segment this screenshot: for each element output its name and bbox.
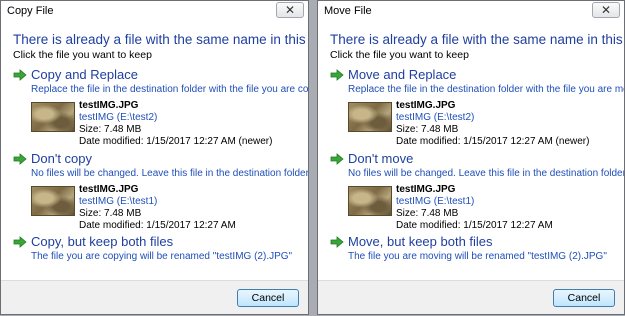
- dialog-footer: Cancel: [1, 280, 308, 314]
- close-icon: ✕: [284, 3, 296, 17]
- option-title: Don't copy: [31, 151, 93, 166]
- file-details: testIMG.JPG testIMG (E:\test1) Size: 7.4…: [348, 184, 616, 232]
- title-bar[interactable]: Copy File ✕: [1, 1, 308, 21]
- option-title: Move, but keep both files: [348, 234, 493, 249]
- dialog-title: Move File: [324, 5, 372, 17]
- image-thumbnail: [348, 186, 392, 216]
- green-arrow-icon: [13, 69, 27, 81]
- file-location: testIMG (E:\test2): [79, 112, 158, 123]
- close-button[interactable]: ✕: [276, 2, 304, 18]
- copy-keep-both-option[interactable]: Copy, but keep both files The file you a…: [13, 234, 300, 262]
- cancel-button[interactable]: Cancel: [553, 289, 615, 307]
- dialog-heading: There is already a file with the same na…: [330, 32, 624, 47]
- green-arrow-icon: [330, 69, 344, 81]
- move-file-dialog: Move File ✕ There is already a file with…: [317, 0, 625, 315]
- file-date: Date modified: 1/15/2017 12:27 AM: [79, 220, 236, 231]
- dialog-subheading: Click the file you want to keep: [330, 49, 469, 61]
- image-thumbnail: [348, 102, 392, 132]
- option-description: Replace the file in the destination fold…: [348, 84, 625, 95]
- dialog-heading: There is already a file with the same na…: [13, 32, 308, 47]
- file-name: testIMG.JPG: [79, 100, 139, 111]
- file-size: Size: 7.48 MB: [396, 124, 459, 135]
- move-and-replace-option[interactable]: Move and Replace Replace the file in the…: [330, 67, 625, 148]
- dialog-footer: Cancel: [318, 280, 624, 314]
- file-details: testIMG.JPG testIMG (E:\test2) Size: 7.4…: [348, 100, 616, 148]
- close-button[interactable]: ✕: [592, 2, 620, 18]
- file-size: Size: 7.48 MB: [79, 208, 142, 219]
- copy-and-replace-option[interactable]: Copy and Replace Replace the file in the…: [13, 67, 309, 148]
- option-description: The file you are copying will be renamed…: [31, 251, 293, 262]
- move-keep-both-option[interactable]: Move, but keep both files The file you a…: [330, 234, 616, 262]
- option-description: Replace the file in the destination fold…: [31, 84, 309, 95]
- file-date: Date modified: 1/15/2017 12:27 AM (newer…: [79, 136, 273, 147]
- option-description: The file you are moving will be renamed …: [348, 251, 607, 262]
- green-arrow-icon: [13, 236, 27, 248]
- dialog-title: Copy File: [7, 5, 54, 17]
- option-title: Copy, but keep both files: [31, 234, 174, 249]
- green-arrow-icon: [330, 236, 344, 248]
- copy-file-dialog: Copy File ✕ There is already a file with…: [0, 0, 309, 315]
- option-title: Don't move: [348, 151, 414, 166]
- dont-copy-option[interactable]: Don't copy No files will be changed. Lea…: [13, 151, 309, 232]
- file-location: testIMG (E:\test1): [79, 196, 158, 207]
- file-name: testIMG.JPG: [396, 184, 456, 195]
- file-name: testIMG.JPG: [396, 100, 456, 111]
- dialog-subheading: Click the file you want to keep: [13, 49, 152, 61]
- title-bar[interactable]: Move File ✕: [318, 1, 624, 21]
- file-date: Date modified: 1/15/2017 12:27 AM (newer…: [396, 136, 590, 147]
- file-details: testIMG.JPG testIMG (E:\test1) Size: 7.4…: [31, 184, 300, 232]
- option-title: Move and Replace: [348, 67, 457, 82]
- image-thumbnail: [31, 186, 75, 216]
- file-size: Size: 7.48 MB: [396, 208, 459, 219]
- file-details: testIMG.JPG testIMG (E:\test2) Size: 7.4…: [31, 100, 300, 148]
- green-arrow-icon: [330, 153, 344, 165]
- dont-move-option[interactable]: Don't move No files will be changed. Lea…: [330, 151, 625, 232]
- option-title: Copy and Replace: [31, 67, 138, 82]
- image-thumbnail: [31, 102, 75, 132]
- cancel-button[interactable]: Cancel: [237, 289, 299, 307]
- green-arrow-icon: [13, 153, 27, 165]
- file-name: testIMG.JPG: [79, 184, 139, 195]
- file-location: testIMG (E:\test2): [396, 112, 475, 123]
- file-location: testIMG (E:\test1): [396, 196, 475, 207]
- option-description: No files will be changed. Leave this fil…: [31, 168, 309, 179]
- close-icon: ✕: [600, 3, 612, 17]
- file-size: Size: 7.48 MB: [79, 124, 142, 135]
- file-date: Date modified: 1/15/2017 12:27 AM: [396, 220, 553, 231]
- option-description: No files will be changed. Leave this fil…: [348, 168, 625, 179]
